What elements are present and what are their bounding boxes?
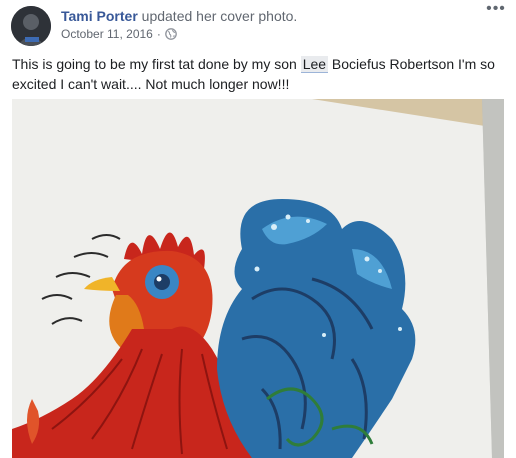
mention-link-lee[interactable]: Lee <box>300 56 329 73</box>
post-header: Tami Porter updated her cover photo. <box>61 8 297 24</box>
more-options-icon[interactable]: ••• <box>486 1 506 19</box>
meta-separator: · <box>156 27 161 41</box>
globe-icon[interactable] <box>164 28 177 40</box>
post-text: This is going to be my first tat done by… <box>12 54 507 94</box>
post-action-text: updated her cover photo. <box>137 8 298 24</box>
cover-photo[interactable] <box>12 99 504 458</box>
author-name-link[interactable]: Tami Porter <box>61 8 138 24</box>
post-meta: October 11, 2016 · <box>61 27 177 41</box>
post-date-link[interactable]: October 11, 2016 <box>61 27 153 41</box>
post-text-before: This is going to be my first tat done by… <box>12 56 301 72</box>
profile-avatar[interactable] <box>11 6 51 46</box>
